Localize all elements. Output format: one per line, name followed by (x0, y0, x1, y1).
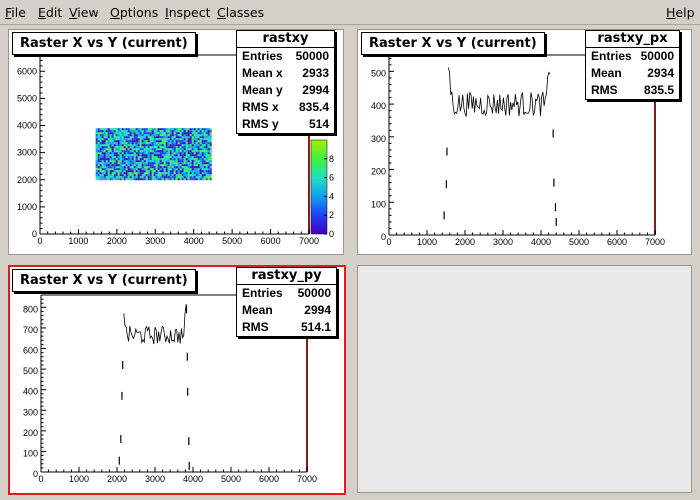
stats-box: rastxy_px Entries 50000 Mean 2934 RMS 835.5 (585, 30, 680, 100)
stats-name: rastxy_py (237, 268, 336, 285)
menu-file[interactable]: File (5, 5, 26, 20)
stats-row: Entries 50000 (591, 49, 674, 63)
x-tick-label: 3000 (493, 237, 513, 247)
z-tick-label: 4 (329, 191, 334, 201)
stats-name: rastxy (237, 31, 334, 48)
y-tick-label: 5000 (17, 93, 37, 103)
stats-row: Mean y 2994 (242, 83, 329, 97)
x-tick-label: 6000 (259, 474, 279, 484)
stats-row: Mean x 2933 (242, 66, 329, 80)
y-tick-label: 100 (371, 199, 386, 209)
x-tick-label: 7000 (645, 237, 665, 247)
y-tick-label: 3000 (17, 148, 37, 158)
y-tick-label: 500 (371, 68, 386, 78)
y-tick-label: 2000 (17, 175, 37, 185)
x-tick-label: 0 (37, 236, 42, 246)
x-tick-label: 7000 (297, 474, 317, 484)
menu-help[interactable]: Help (666, 5, 695, 20)
density-cells (95, 128, 212, 181)
x-tick-label: 3000 (145, 236, 165, 246)
y-tick-label: 500 (23, 366, 38, 376)
y-tick-label: 800 (23, 304, 38, 314)
x-tick-label: 6000 (607, 237, 627, 247)
x-tick-label: 1000 (68, 236, 88, 246)
y-tick-label: 200 (23, 428, 38, 438)
y-tick-label: 0 (33, 469, 38, 479)
stats-row: RMS y 514 (242, 117, 329, 131)
x-tick-label: 3000 (145, 474, 165, 484)
menu-options[interactable]: Options (110, 5, 158, 20)
x-tick-label: 1000 (417, 237, 437, 247)
histogram-line (123, 303, 187, 345)
pad-title: Raster X vs Y (current) (12, 269, 196, 292)
histogram-line (447, 67, 551, 117)
x-tick-label: 4000 (183, 474, 203, 484)
y-tick-label: 600 (23, 346, 38, 356)
menu-view[interactable]: View (69, 5, 99, 20)
stats-row: Entries 50000 (242, 286, 331, 300)
y-tick-label: 400 (371, 101, 386, 111)
stats-name: rastxy_px (586, 31, 679, 48)
pad-projection-y[interactable]: 0 1000 2000 3000 4000 5000 6000 7000 0 100 200 300 4… (8, 265, 346, 495)
x-tick-label: 4000 (531, 237, 551, 247)
y-tick-label: 1000 (17, 202, 37, 212)
stats-box: rastxy_py Entries 50000 Mean 2994 RMS 514.1 (236, 267, 337, 337)
z-tick-label: 8 (329, 154, 334, 164)
pad-title: Raster X vs Y (current) (12, 32, 196, 55)
x-tick-label: 1000 (69, 474, 89, 484)
z-tick-label: 2 (329, 210, 334, 220)
stats-row: RMS 514.1 (242, 320, 331, 334)
x-tick-label: 6000 (261, 236, 281, 246)
menu-bar: File Edit View Options Inspect Classes H… (0, 0, 700, 25)
y-tick-label: 200 (371, 167, 386, 177)
menu-inspect[interactable]: Inspect (165, 5, 211, 20)
z-palette-bar (310, 139, 328, 235)
stats-row: RMS 835.5 (591, 83, 674, 97)
x-tick-label: 7000 (299, 236, 319, 246)
x-tick-label: 5000 (221, 474, 241, 484)
y-tick-label: 700 (23, 325, 38, 335)
y-tick-label: 6000 (17, 66, 37, 76)
menu-edit[interactable]: Edit (38, 5, 62, 20)
x-tick-label: 2000 (107, 236, 127, 246)
y-tick-label: 100 (23, 448, 38, 458)
stats-row: RMS x 835.4 (242, 100, 329, 114)
stats-box: rastxy Entries 50000 Mean x 2933 Mean y 299… (236, 30, 335, 134)
y-tick-label: 0 (381, 232, 386, 242)
z-tick-label: 0 (329, 229, 334, 239)
x-tick-label: 5000 (222, 236, 242, 246)
pad-scatter-xy[interactable]: 0 1000 2000 3000 4000 5000 6000 7000 0 1000 2000 30… (8, 29, 344, 255)
x-tick-label: 0 (386, 237, 391, 247)
y-tick-label: 300 (23, 407, 38, 417)
x-tick-label: 5000 (569, 237, 589, 247)
pad-projection-x[interactable]: 0 1000 2000 3000 4000 5000 6000 7000 0 100 200 300 4… (357, 29, 692, 255)
stats-row: Mean 2994 (242, 303, 331, 317)
y-tick-label: 0 (32, 229, 37, 239)
menu-classes[interactable]: Classes (217, 5, 264, 20)
stats-row: Mean 2934 (591, 66, 674, 80)
x-tick-label: 4000 (184, 236, 204, 246)
pad-title: Raster X vs Y (current) (361, 32, 545, 55)
y-tick-label: 300 (371, 134, 386, 144)
z-tick-label: 6 (329, 173, 334, 183)
x-tick-label: 0 (38, 474, 43, 484)
y-tick-label: 4000 (17, 121, 37, 131)
x-tick-label: 2000 (455, 237, 475, 247)
y-tick-label: 400 (23, 387, 38, 397)
pad-empty[interactable] (357, 265, 692, 493)
stats-row: Entries 50000 (242, 49, 329, 63)
x-tick-label: 2000 (107, 474, 127, 484)
